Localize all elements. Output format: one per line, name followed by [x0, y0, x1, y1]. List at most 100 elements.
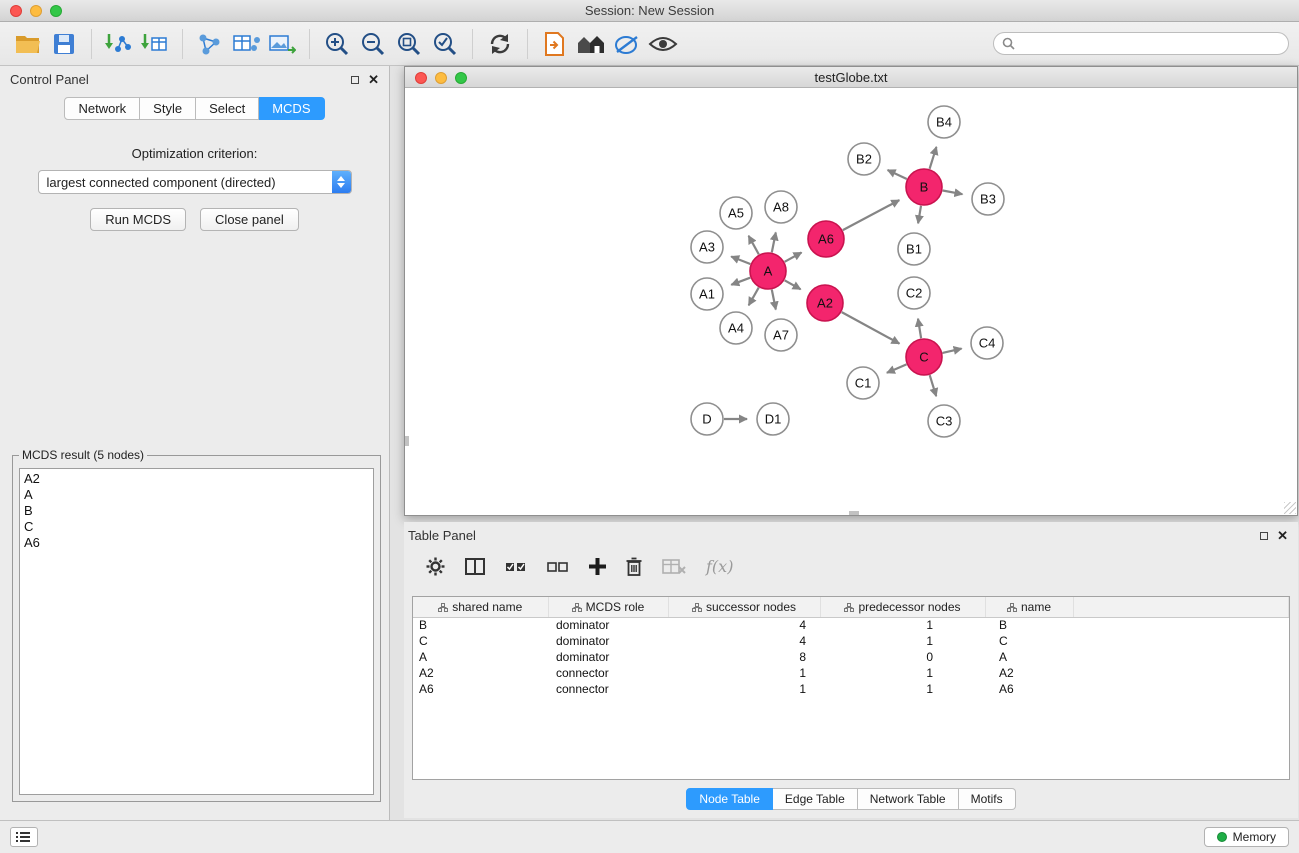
column-header-name[interactable]: name — [985, 597, 1073, 617]
cell[interactable]: 8 — [668, 649, 820, 665]
table-tab-motifs[interactable]: Motifs — [959, 788, 1016, 810]
cell[interactable]: A6 — [985, 681, 1073, 697]
table-tab-node-table[interactable]: Node Table — [686, 788, 773, 810]
edge-B-B2[interactable] — [888, 170, 907, 179]
cell[interactable]: A — [985, 649, 1073, 665]
function-builder-button[interactable]: f(x) — [706, 557, 733, 576]
task-history-button[interactable] — [10, 827, 38, 847]
export-image-button[interactable] — [264, 27, 300, 61]
edge-A-A8[interactable] — [772, 233, 776, 253]
cell[interactable]: 1 — [820, 617, 985, 633]
save-session-button[interactable] — [46, 27, 82, 61]
table-row[interactable]: Bdominator41B — [413, 617, 1289, 633]
zoom-in-button[interactable] — [319, 27, 355, 61]
edge-B-B4[interactable] — [930, 147, 937, 169]
edge-A-A6[interactable] — [785, 253, 802, 262]
horizontal-scroll-hint[interactable] — [849, 511, 859, 515]
cell[interactable]: 1 — [668, 681, 820, 697]
result-item[interactable]: B — [24, 503, 369, 519]
table-tab-edge-table[interactable]: Edge Table — [773, 788, 858, 810]
zoom-out-button[interactable] — [355, 27, 391, 61]
delete-column-button[interactable] — [626, 557, 642, 576]
cell[interactable]: connector — [548, 665, 668, 681]
close-table-panel-icon[interactable]: ✕ — [1277, 531, 1288, 541]
edge-A-A5[interactable] — [749, 236, 759, 255]
unselect-all-button[interactable] — [547, 559, 569, 574]
cell[interactable]: 4 — [668, 633, 820, 649]
cell[interactable]: C — [413, 633, 548, 649]
network-maximize-button[interactable] — [455, 72, 467, 84]
open-session-button[interactable] — [10, 27, 46, 61]
float-table-panel-icon[interactable] — [1260, 532, 1268, 540]
edge-A6-B[interactable] — [843, 200, 900, 230]
edge-B-B1[interactable] — [918, 206, 921, 224]
cell[interactable]: A2 — [413, 665, 548, 681]
resize-handle[interactable] — [1284, 502, 1296, 514]
tab-network[interactable]: Network — [64, 97, 140, 120]
edge-A2-C[interactable] — [842, 312, 900, 344]
run-mcds-button[interactable]: Run MCDS — [90, 208, 186, 231]
cell[interactable]: dominator — [548, 649, 668, 665]
cell[interactable]: connector — [548, 681, 668, 697]
cell[interactable]: dominator — [548, 617, 668, 633]
result-item[interactable]: A — [24, 487, 369, 503]
table-tab-network-table[interactable]: Network Table — [858, 788, 959, 810]
show-hide-button[interactable] — [645, 27, 681, 61]
apply-layout-button[interactable] — [482, 27, 518, 61]
minimize-window-button[interactable] — [30, 5, 42, 17]
table-row[interactable]: A6connector11A6 — [413, 681, 1289, 697]
tab-select[interactable]: Select — [196, 97, 259, 120]
edge-A-A2[interactable] — [785, 280, 801, 289]
edge-C-C3[interactable] — [930, 375, 937, 396]
column-header-predecessor-nodes[interactable]: predecessor nodes — [820, 597, 985, 617]
edge-A-A1[interactable] — [731, 278, 750, 285]
cell[interactable]: 4 — [668, 617, 820, 633]
node-table[interactable]: shared nameMCDS rolesuccessor nodesprede… — [412, 596, 1290, 780]
search-input[interactable] — [1020, 37, 1280, 51]
table-row[interactable]: Adominator80A — [413, 649, 1289, 665]
vertical-scroll-hint[interactable] — [405, 436, 409, 446]
result-item[interactable]: A6 — [24, 535, 369, 551]
cell[interactable]: 1 — [668, 665, 820, 681]
float-panel-icon[interactable] — [351, 76, 359, 84]
import-network-button[interactable] — [101, 27, 137, 61]
network-minimize-button[interactable] — [435, 72, 447, 84]
delete-table-button[interactable] — [662, 558, 686, 575]
result-item[interactable]: C — [24, 519, 369, 535]
cell[interactable]: 1 — [820, 681, 985, 697]
new-network-button[interactable] — [192, 27, 228, 61]
zoom-fit-button[interactable] — [391, 27, 427, 61]
close-window-button[interactable] — [10, 5, 22, 17]
home-button[interactable] — [573, 27, 609, 61]
network-close-button[interactable] — [415, 72, 427, 84]
cell[interactable]: A2 — [985, 665, 1073, 681]
maximize-window-button[interactable] — [50, 5, 62, 17]
edge-C-C4[interactable] — [943, 349, 962, 353]
show-columns-button[interactable] — [465, 558, 485, 575]
close-panel-button[interactable]: Close panel — [200, 208, 299, 231]
cell[interactable]: B — [985, 617, 1073, 633]
cell[interactable]: 1 — [820, 665, 985, 681]
table-row[interactable]: Cdominator41C — [413, 633, 1289, 649]
cell[interactable]: A — [413, 649, 548, 665]
cell[interactable]: C — [985, 633, 1073, 649]
edge-B-B3[interactable] — [943, 191, 963, 195]
edge-C-C2[interactable] — [918, 319, 921, 339]
edge-A-A3[interactable] — [731, 257, 750, 265]
edge-A-A4[interactable] — [749, 288, 759, 306]
network-graph[interactable]: B4B2BB3A5A8A6B1A3AC2A1A2A4A7C4CC1C3DD1 — [405, 88, 1297, 515]
table-row[interactable]: A2connector11A2 — [413, 665, 1289, 681]
tab-style[interactable]: Style — [140, 97, 196, 120]
edge-A-A7[interactable] — [772, 290, 776, 310]
cell[interactable]: 0 — [820, 649, 985, 665]
zoom-selected-button[interactable] — [427, 27, 463, 61]
search-field[interactable] — [993, 32, 1289, 55]
close-panel-icon[interactable]: ✕ — [368, 75, 379, 85]
network-canvas[interactable]: B4B2BB3A5A8A6B1A3AC2A1A2A4A7C4CC1C3DD1 — [405, 88, 1297, 515]
column-header-mcds-role[interactable]: MCDS role — [548, 597, 668, 617]
column-header-shared-name[interactable]: shared name — [413, 597, 548, 617]
cell[interactable]: dominator — [548, 633, 668, 649]
add-column-button[interactable] — [589, 558, 606, 575]
cell[interactable]: B — [413, 617, 548, 633]
tab-mcds[interactable]: MCDS — [259, 97, 324, 120]
